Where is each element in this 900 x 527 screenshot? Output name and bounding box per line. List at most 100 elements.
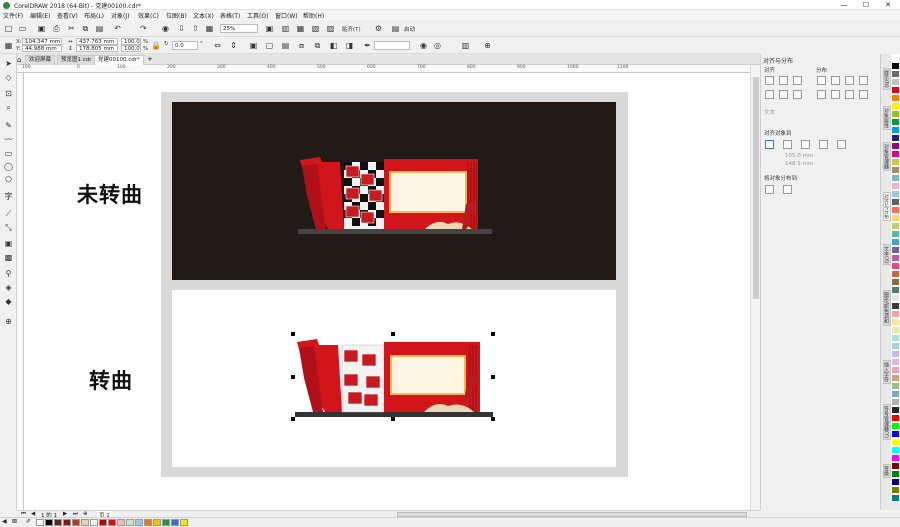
color-swatch[interactable] [891, 342, 900, 350]
interactive-fill-icon[interactable]: ◈ [3, 282, 14, 293]
color-swatch[interactable] [891, 382, 900, 390]
color-swatch[interactable] [891, 166, 900, 174]
mirror-horizontal-icon[interactable]: ⇔ [212, 40, 223, 51]
color-swatch[interactable] [891, 278, 900, 286]
search-content-icon[interactable]: ◉ [160, 23, 171, 34]
height-field[interactable]: 178.805 mm [76, 45, 118, 52]
color-swatch[interactable] [891, 438, 900, 446]
label-unconverted[interactable]: 未转曲 [77, 179, 143, 209]
distribute-top-button[interactable] [817, 90, 826, 99]
color-swatch[interactable] [891, 70, 900, 78]
polygon-tool-icon[interactable]: ⬠ [3, 174, 14, 185]
color-swatch[interactable] [891, 62, 900, 70]
color-swatch[interactable] [891, 326, 900, 334]
full-screen-icon[interactable]: ▣ [264, 23, 275, 34]
align-right-button[interactable] [793, 76, 802, 85]
color-swatch[interactable] [891, 270, 900, 278]
menu-effects[interactable]: 效果(C) [138, 11, 159, 20]
artwork-panel-top[interactable] [172, 102, 616, 280]
selection-handle[interactable] [391, 332, 395, 336]
open-icon[interactable]: ▭ [17, 23, 28, 34]
color-swatch[interactable] [891, 358, 900, 366]
width-field[interactable]: 437.763 mm [76, 38, 118, 45]
distribute-bottom-button[interactable] [859, 90, 868, 99]
align-to-page-center-button[interactable] [801, 140, 810, 149]
color-swatch[interactable] [891, 446, 900, 454]
align-to-active-button[interactable] [765, 140, 774, 149]
y-position-field[interactable]: 44.988 mm [22, 45, 62, 52]
close-button[interactable]: ✕ [880, 0, 896, 10]
menu-layout[interactable]: 布局(L) [84, 11, 104, 20]
crop-tool-icon[interactable]: ⊡ [3, 88, 14, 99]
color-swatch[interactable] [891, 254, 900, 262]
align-x-value[interactable]: 105.0 mm [785, 153, 813, 159]
color-swatch[interactable] [891, 214, 900, 222]
menu-table[interactable]: 表格(T) [220, 11, 240, 20]
lock-ratio-icon[interactable]: 🔒 [150, 40, 161, 51]
label-converted[interactable]: 转曲 [89, 365, 133, 395]
rectangle-tool-icon[interactable]: ▭ [3, 148, 14, 159]
distribute-middle-button[interactable] [831, 90, 840, 99]
align-y-value[interactable]: 148.5 mm [785, 161, 813, 167]
horizontal-ruler[interactable]: 100 0 100 200 300 400 500 600 700 800 90… [17, 65, 760, 73]
color-swatch[interactable] [891, 406, 900, 414]
color-swatch[interactable] [891, 78, 900, 86]
selection-handle[interactable] [391, 417, 395, 421]
color-swatch[interactable] [891, 182, 900, 190]
menu-bitmaps[interactable]: 位图(B) [166, 11, 187, 20]
paste-icon[interactable]: ▤ [94, 23, 105, 34]
pick-tool-icon[interactable]: ➤ [3, 58, 14, 69]
menu-help[interactable]: 帮助(H) [303, 11, 324, 20]
align-to-point-button[interactable] [837, 140, 846, 149]
outline-pen-icon[interactable]: ✒ [362, 40, 373, 51]
to-back-icon[interactable]: ◎ [432, 40, 443, 51]
color-swatch[interactable] [891, 238, 900, 246]
color-swatch[interactable] [180, 519, 188, 526]
align-to-page-edge-button[interactable] [783, 140, 792, 149]
publish-pdf-icon[interactable]: ▦ [204, 23, 215, 34]
side-tab-hints[interactable]: 提示(N) [883, 68, 891, 90]
side-tab-text[interactable]: 文本(X) [883, 244, 891, 266]
drop-shadow-icon[interactable]: ▣ [3, 238, 14, 249]
new-document-icon[interactable]: □ [3, 23, 14, 34]
color-swatch[interactable] [891, 294, 900, 302]
x-position-field[interactable]: 104.347 mm [22, 38, 62, 45]
text-tool-icon[interactable]: 字 [3, 191, 14, 202]
scale-y-field[interactable]: 100.0 [121, 45, 141, 52]
freehand-tool-icon[interactable]: ✎ [3, 120, 14, 131]
color-swatch[interactable] [891, 206, 900, 214]
color-swatch[interactable] [891, 422, 900, 430]
import-icon[interactable]: ⇩ [176, 23, 187, 34]
menu-tools[interactable]: 工具(O) [247, 11, 268, 20]
launch-dropdown[interactable]: 启动 [404, 25, 415, 33]
color-swatch[interactable] [72, 519, 80, 526]
color-swatch[interactable] [891, 334, 900, 342]
scrollbar-thumb[interactable] [753, 77, 759, 299]
weld-icon[interactable]: ◧ [328, 40, 339, 51]
selection-handle[interactable] [491, 417, 495, 421]
selection-handle[interactable] [491, 375, 495, 379]
color-swatch[interactable] [891, 126, 900, 134]
align-center-h-button[interactable] [779, 76, 788, 85]
color-swatch[interactable] [891, 198, 900, 206]
distribute-to-page-button[interactable] [783, 185, 792, 194]
color-swatch[interactable] [891, 158, 900, 166]
color-swatch[interactable] [99, 519, 107, 526]
smart-fill-icon[interactable]: ◆ [3, 296, 14, 307]
eyedropper-small-icon[interactable]: ✐ [26, 518, 31, 525]
color-swatch[interactable] [891, 86, 900, 94]
snap-to-dropdown[interactable]: 贴齐(T) [342, 25, 361, 33]
ellipse-tool-icon[interactable]: ◯ [3, 161, 14, 172]
show-grid-icon[interactable]: ▦ [295, 23, 306, 34]
distribute-to-selection-button[interactable] [765, 185, 774, 194]
color-swatch[interactable] [891, 414, 900, 422]
color-swatch[interactable] [891, 230, 900, 238]
selection-handle[interactable] [291, 417, 295, 421]
distribute-vspacing-button[interactable] [845, 90, 854, 99]
outline-width-select[interactable] [374, 41, 410, 50]
color-swatch[interactable] [891, 142, 900, 150]
color-swatch[interactable] [891, 470, 900, 478]
distribute-left-button[interactable] [817, 76, 826, 85]
vertical-ruler[interactable] [17, 73, 24, 510]
tab-welcome[interactable]: 欢迎屏幕 [25, 55, 56, 65]
